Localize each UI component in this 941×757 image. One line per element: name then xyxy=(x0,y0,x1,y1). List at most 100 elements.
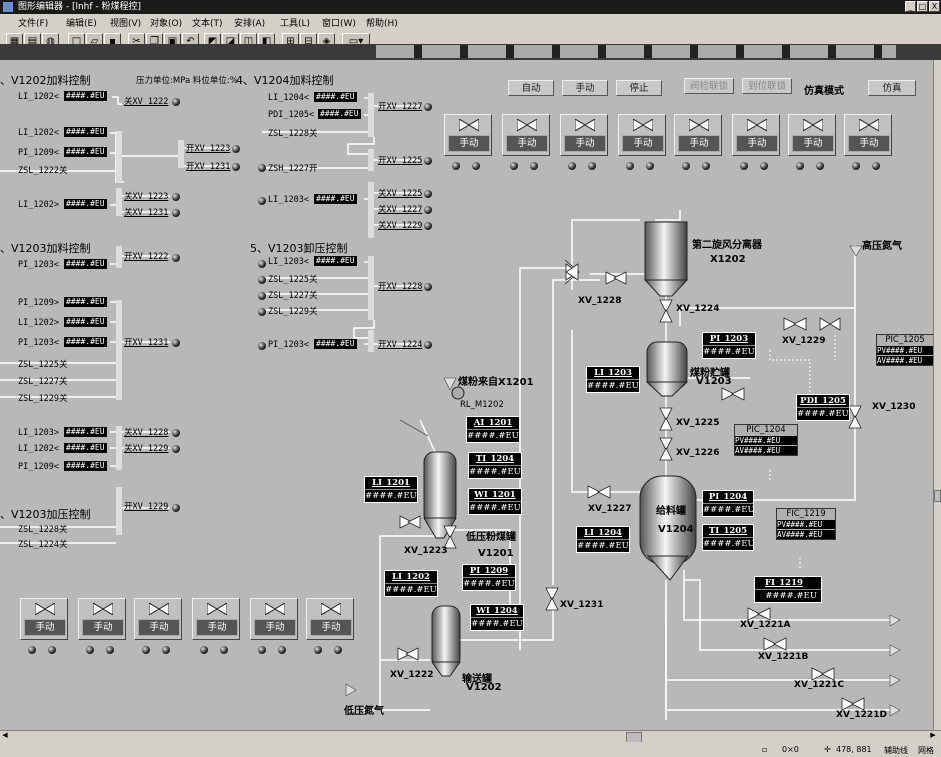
status-lamp xyxy=(258,292,266,300)
vertical-scrollbar[interactable] xyxy=(933,60,941,730)
sec4-label: ZSH_1227开 xyxy=(268,164,318,174)
valve-icon xyxy=(517,119,537,131)
valve-manual-box[interactable]: 手动 xyxy=(134,598,182,640)
instrument-li1201: LI_1201 ####.#EU xyxy=(364,476,418,503)
status-lamp xyxy=(172,504,180,512)
menu-arrange[interactable]: 安排(A) xyxy=(234,16,265,29)
menu-window[interactable]: 窗口(W) xyxy=(322,16,356,29)
instrument-ti1204: TI_1204 ####.#EU xyxy=(468,452,522,479)
status-lamp xyxy=(258,646,266,654)
close-button[interactable]: X xyxy=(929,1,940,12)
scroll-left-icon[interactable]: ◀ xyxy=(0,731,10,742)
instrument-wi1204: WI_1204 ####.#EU xyxy=(470,604,524,631)
status-lamp xyxy=(702,162,710,170)
valve-label: XV_1227 xyxy=(588,504,632,514)
sec2-label: PI_1209< xyxy=(18,462,59,472)
valve-manual-box[interactable]: 手动 xyxy=(502,114,550,156)
valve-label: XV_1226 xyxy=(676,448,720,458)
menu-tools[interactable]: 工具(L) xyxy=(280,16,310,29)
valve-interlock-button[interactable]: 阀检联锁 xyxy=(684,78,734,94)
sec3-label: ZSL_1224关 xyxy=(18,540,68,550)
lp-nitrogen-label: 低压氮气 xyxy=(344,706,384,717)
valve-manual-box[interactable]: 手动 xyxy=(844,114,892,156)
scroll-right-icon[interactable]: ▶ xyxy=(928,731,938,742)
controller-pic1204[interactable]: PIC_1204 PV####.#EU AV####.#EU xyxy=(734,424,798,456)
valve-manual-box[interactable]: 手动 xyxy=(560,114,608,156)
menu-view[interactable]: 视图(V) xyxy=(110,16,141,29)
valve-manual-box[interactable]: 手动 xyxy=(78,598,126,640)
feed-title: 给料罐 xyxy=(656,506,686,517)
status-lamp xyxy=(740,162,748,170)
simulate-button[interactable]: 仿真 xyxy=(868,80,916,96)
valve-manual-box[interactable]: 手动 xyxy=(306,598,354,640)
valve-manual-box[interactable]: 手动 xyxy=(20,598,68,640)
sec4-output: 开XV_1225 xyxy=(378,156,423,166)
valve-label: XV_1228 xyxy=(578,296,622,306)
manual-mode-button[interactable]: 手动 xyxy=(448,135,490,152)
status-lamp xyxy=(172,209,180,217)
sec2-label: LI_1202> xyxy=(18,318,59,328)
status-lamp xyxy=(172,254,180,262)
manual-mode-button[interactable]: 手动 xyxy=(564,135,606,152)
sec2-value: ####.#EU xyxy=(64,443,107,453)
valve-manual-box[interactable]: 手动 xyxy=(192,598,240,640)
sec4-output: 关XV_1225 xyxy=(378,189,423,199)
manual-mode-button[interactable]: 手动 xyxy=(792,135,834,152)
manual-mode-button[interactable]: 手动 xyxy=(622,135,664,152)
sec2-output: 开XV_1222 xyxy=(124,252,169,262)
status-lamp xyxy=(258,197,266,205)
status-lamp xyxy=(530,162,538,170)
status-lamp xyxy=(424,283,432,291)
menu-object[interactable]: 对象(O) xyxy=(150,16,182,29)
status-lamp xyxy=(200,646,208,654)
valve-manual-box[interactable]: 手动 xyxy=(250,598,298,640)
status-lamp xyxy=(258,342,266,350)
status-lamp xyxy=(314,646,322,654)
valve-manual-box[interactable]: 手动 xyxy=(788,114,836,156)
sec5-label: ZSL_1227关 xyxy=(268,291,318,301)
manual-mode-button[interactable]: 手动 xyxy=(196,619,238,636)
sec1-output: 关XV_1222 xyxy=(124,97,169,107)
valve-icon xyxy=(575,119,595,131)
controller-pic1205[interactable]: PIC_1205 PV####.#EU AV####.#EU xyxy=(876,334,933,366)
status-lamp xyxy=(472,162,480,170)
maximize-button[interactable]: □ xyxy=(917,1,928,12)
sec2-value: ####.#EU xyxy=(64,461,107,471)
grid-toggle[interactable]: 网格 xyxy=(918,745,934,756)
status-lamp xyxy=(220,646,228,654)
manual-mode-button[interactable]: 手动 xyxy=(310,619,352,636)
valve-manual-box[interactable]: 手动 xyxy=(674,114,722,156)
sec5-value: ####.#EU xyxy=(314,256,357,266)
manual-mode-button[interactable]: 手动 xyxy=(736,135,778,152)
menu-bar: 文件(F) 编辑(E) 视图(V) 对象(O) 文本(T) 安排(A) 工具(L… xyxy=(0,14,941,30)
hp-nitrogen-label: 高压氮气 xyxy=(862,241,902,252)
manual-mode-button[interactable]: 手动 xyxy=(24,619,66,636)
valve-manual-box[interactable]: 手动 xyxy=(618,114,666,156)
valve-manual-box[interactable]: 手动 xyxy=(732,114,780,156)
sec1-output: 关XV_1223 xyxy=(124,192,169,202)
sec1-label: ZSL_1222关 xyxy=(18,166,68,176)
manual-button[interactable]: 手动 xyxy=(562,80,608,96)
manual-mode-button[interactable]: 手动 xyxy=(82,619,124,636)
manual-mode-button[interactable]: 手动 xyxy=(848,135,890,152)
status-lamp xyxy=(86,646,94,654)
manual-mode-button[interactable]: 手动 xyxy=(506,135,548,152)
stop-button[interactable]: 停止 xyxy=(616,80,662,96)
auto-button[interactable]: 自动 xyxy=(508,80,554,96)
menu-help[interactable]: 帮助(H) xyxy=(366,16,398,29)
controller-fic1219[interactable]: FIC_1219 PV####.#EU AV####.#EU xyxy=(776,508,836,540)
status-lamp xyxy=(424,341,432,349)
valve-manual-box[interactable]: 手动 xyxy=(444,114,492,156)
status-lamp xyxy=(172,445,180,453)
menu-text[interactable]: 文本(T) xyxy=(192,16,223,29)
status-bar: ▫ 0×0 ✛ 478, 881 辅助线 网格 xyxy=(0,742,941,757)
instrument-li1202: LI_1202 ####.#EU xyxy=(384,570,438,597)
position-interlock-button[interactable]: 到位联锁 xyxy=(742,78,792,94)
manual-mode-button[interactable]: 手动 xyxy=(254,619,296,636)
menu-edit[interactable]: 编辑(E) xyxy=(66,16,97,29)
minimize-button[interactable]: _ xyxy=(905,1,916,12)
manual-mode-button[interactable]: 手动 xyxy=(678,135,720,152)
manual-mode-button[interactable]: 手动 xyxy=(138,619,180,636)
menu-file[interactable]: 文件(F) xyxy=(18,16,48,29)
guide-toggle[interactable]: 辅助线 xyxy=(884,745,908,756)
